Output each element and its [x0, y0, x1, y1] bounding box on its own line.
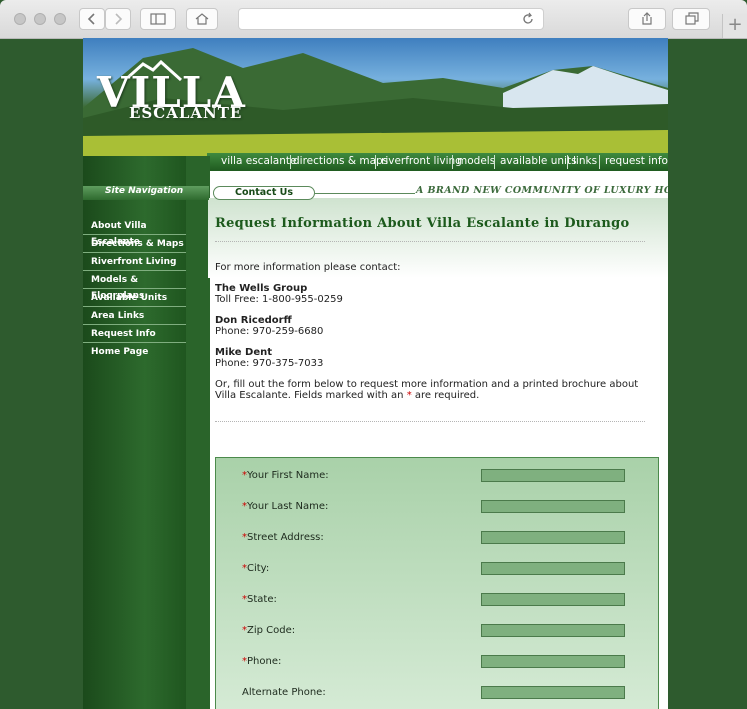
field-label-text: Your Last Name: — [247, 501, 329, 512]
zip-code-input[interactable] — [481, 624, 625, 637]
nav-villa-escalante[interactable]: villa escalante — [221, 155, 296, 167]
nav-divider — [567, 155, 568, 169]
sidebar-item-area-links[interactable]: Area Links — [83, 308, 186, 325]
field-label-text: Your First Name: — [247, 470, 329, 481]
field-label: *Phone: — [242, 656, 281, 667]
nav-links[interactable]: links — [573, 155, 597, 167]
sidebar-toggle-button[interactable] — [140, 8, 176, 30]
tabs-overview-button[interactable] — [672, 8, 710, 30]
field-label: *State: — [242, 594, 277, 605]
sidebar-item-riverfront[interactable]: Riverfront Living — [83, 254, 186, 271]
nav-request-info[interactable]: request info — [605, 155, 668, 167]
field-label: Alternate Phone: — [242, 687, 326, 698]
form-row: *Phone: — [216, 652, 660, 672]
phone-input[interactable] — [481, 655, 625, 668]
share-button[interactable] — [628, 8, 666, 30]
contact-name: Mike Dent — [215, 347, 273, 358]
chevron-left-icon — [87, 13, 95, 25]
contact-phone: Phone: 970-259-6680 — [215, 326, 324, 337]
sidebar-item-about[interactable]: About Villa Escalante — [83, 218, 186, 247]
form-row: *Your Last Name: — [216, 497, 660, 517]
nav-available-units[interactable]: available units — [500, 155, 577, 167]
minimize-window-button[interactable] — [34, 13, 46, 25]
page-title: Request Information About Villa Escalant… — [215, 216, 630, 231]
nav-divider — [452, 155, 453, 169]
field-label-text: State: — [247, 594, 277, 605]
web-page: VILLA ESCALANTE villa escalante directio… — [83, 38, 668, 709]
field-label-text: Street Address: — [247, 532, 324, 543]
intro-text: For more information please contact: — [215, 262, 401, 273]
field-label-text: City: — [247, 563, 270, 574]
nav-directions-maps[interactable]: directions & maps — [293, 155, 388, 167]
contact-name: Don Ricedorff — [215, 315, 292, 326]
forward-button[interactable] — [105, 8, 131, 30]
divider — [215, 241, 645, 242]
sidebar-item-request-info[interactable]: Request Info — [83, 326, 186, 343]
new-tab-button[interactable]: + — [722, 14, 747, 38]
sidebar-item-available-units[interactable]: Available Units — [83, 290, 186, 307]
top-navigation: villa escalante directions & maps riverf… — [207, 153, 668, 171]
form-instructions-end: are required. — [414, 390, 480, 401]
contact-us-button[interactable]: Contact Us — [213, 186, 315, 200]
contact-phone: Toll Free: 1-800-955-0259 — [215, 294, 343, 305]
zoom-window-button[interactable] — [54, 13, 66, 25]
tabs-icon — [685, 12, 699, 25]
nav-models[interactable]: models — [457, 155, 495, 167]
sidebar-item-models[interactable]: Models & Floorplans — [83, 272, 186, 301]
form-row: *Your First Name: — [216, 466, 660, 486]
form-row: *City: — [216, 559, 660, 579]
form-row: *Zip Code: — [216, 621, 660, 641]
logo-escalante: ESCALANTE — [129, 104, 243, 122]
street-address-input[interactable] — [481, 531, 625, 544]
sidebar-item-home[interactable]: Home Page — [83, 344, 186, 361]
nav-divider — [494, 155, 495, 169]
nav-riverfront-living[interactable]: riverfront living — [381, 155, 462, 167]
field-label: *Your Last Name: — [242, 501, 328, 512]
divider — [215, 421, 645, 422]
field-label: *City: — [242, 563, 269, 574]
chevron-right-icon — [115, 13, 123, 25]
state-input[interactable] — [481, 593, 625, 606]
form-row: *Street Address: — [216, 528, 660, 548]
contact-phone: Phone: 970-375-7033 — [215, 358, 324, 369]
home-button[interactable] — [186, 8, 218, 30]
alternate-phone-input[interactable] — [481, 686, 625, 699]
nav-divider — [375, 155, 376, 169]
browser-toolbar: + — [0, 0, 747, 39]
reload-icon[interactable] — [521, 12, 535, 26]
first-name-input[interactable] — [481, 469, 625, 482]
field-label: *Street Address: — [242, 532, 324, 543]
required-marker: * — [406, 390, 412, 401]
field-label: *Zip Code: — [242, 625, 295, 636]
contact-name: The Wells Group — [215, 283, 308, 294]
field-label-text: Zip Code: — [247, 625, 296, 636]
pill-rule — [315, 193, 415, 194]
home-icon — [195, 13, 209, 25]
header-banner: VILLA ESCALANTE — [83, 38, 668, 156]
field-label: *Your First Name: — [242, 470, 329, 481]
sidebar-edge — [186, 156, 210, 709]
close-window-button[interactable] — [14, 13, 26, 25]
main-content: Request Information About Villa Escalant… — [215, 216, 655, 422]
share-icon — [642, 12, 652, 25]
nav-divider — [599, 155, 600, 169]
city-input[interactable] — [481, 562, 625, 575]
tagline: A BRAND NEW COMMUNITY OF LUXURY HOMES — [416, 185, 668, 196]
form-row: *State: — [216, 590, 660, 610]
address-bar[interactable] — [238, 8, 544, 30]
field-label-text: Alternate Phone: — [242, 687, 326, 698]
form-row: Alternate Phone: — [216, 683, 660, 703]
back-button[interactable] — [79, 8, 105, 30]
last-name-input[interactable] — [481, 500, 625, 513]
sidebar-icon — [150, 13, 166, 25]
form-instructions: Or, fill out the form below to request m… — [215, 379, 655, 401]
sidebar-item-directions[interactable]: Directions & Maps — [83, 236, 186, 253]
nav-divider — [290, 155, 291, 169]
site-navigation-heading: Site Navigation — [105, 186, 184, 196]
request-info-form: *Your First Name: *Your Last Name: *Stre… — [215, 457, 659, 709]
field-label-text: Phone: — [247, 656, 282, 667]
